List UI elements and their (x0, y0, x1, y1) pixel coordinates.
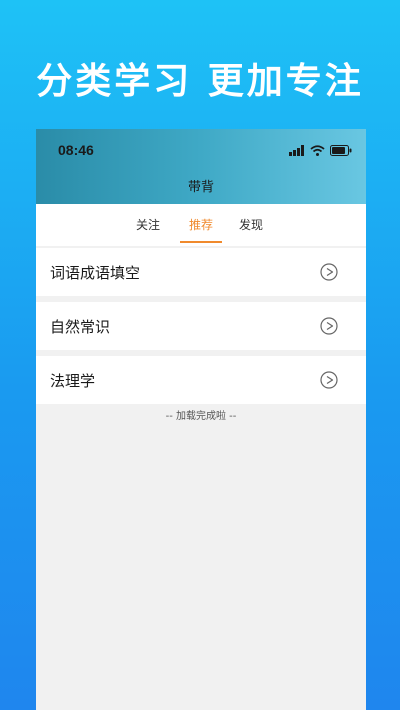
tab-discover[interactable]: 发现 (239, 216, 263, 233)
list-item[interactable]: 自然常识 (36, 302, 366, 350)
list-item[interactable]: 法理学 (36, 356, 366, 404)
play-icon[interactable] (320, 371, 338, 389)
promo-headline: 分类学习 更加专注 (36, 61, 364, 102)
battery-icon (330, 144, 352, 156)
list-item-label: 自然常识 (50, 318, 111, 336)
top-bar: 08:46 带背 (36, 129, 366, 204)
phone-screen: 08:46 带背 关注 推荐 发现 词语成语填空 自然常识 法理学 -- 加载完… (36, 129, 366, 710)
list-item[interactable]: 词语成语填空 (36, 248, 366, 296)
status-time: 08:46 (58, 142, 94, 158)
tab-follow[interactable]: 关注 (136, 216, 160, 233)
status-icons (289, 143, 352, 157)
list-item-label: 法理学 (50, 372, 96, 390)
active-tab-indicator (180, 241, 222, 243)
play-icon[interactable] (320, 263, 338, 281)
play-icon[interactable] (320, 317, 338, 335)
page-title: 带背 (187, 180, 214, 195)
signal-icon (289, 144, 304, 156)
tab-recommend[interactable]: 推荐 (189, 216, 213, 233)
tab-bar: 关注 推荐 发现 (36, 204, 366, 246)
list-item-label: 词语成语填空 (50, 264, 141, 282)
load-complete-text: -- 加载完成啦 -- (165, 411, 237, 422)
wifi-icon (310, 144, 325, 156)
